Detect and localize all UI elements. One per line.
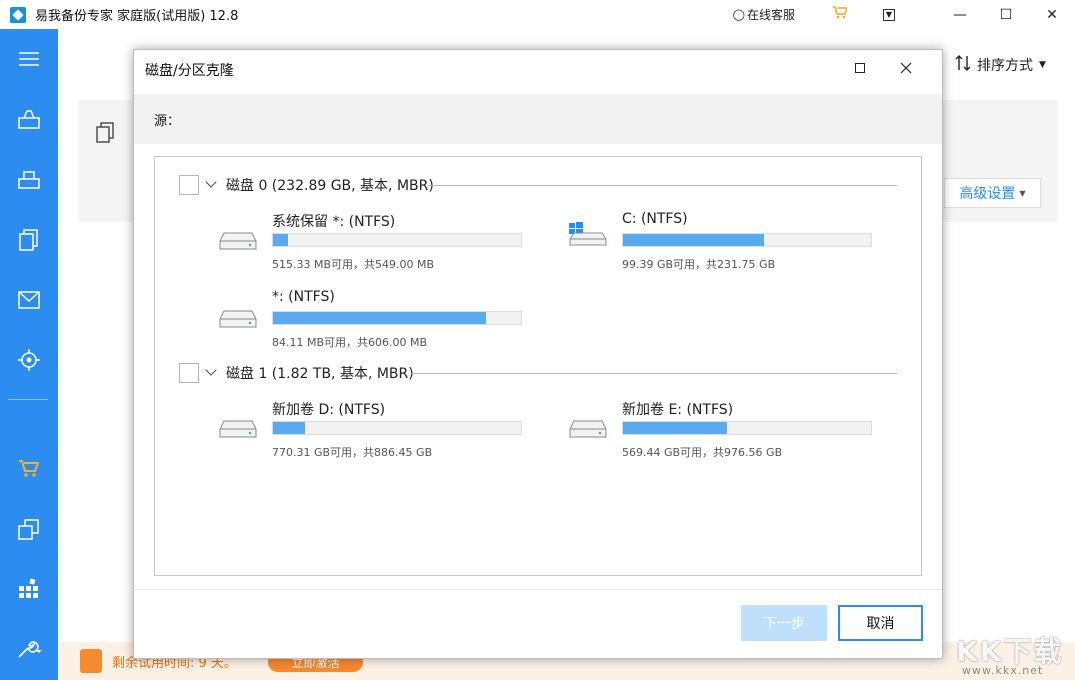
partition-capacity: 569.44 GB可用，共976.56 GB <box>622 444 782 460</box>
drive-icon <box>219 417 257 439</box>
chevron-down-icon[interactable] <box>205 364 216 375</box>
sidebar-divider <box>8 399 48 400</box>
disk-0-label: 磁盘 0 (232.89 GB, 基本, MBR) <box>226 175 434 195</box>
mail-backup-icon[interactable] <box>0 280 58 320</box>
clone-dialog: 磁盘/分区克隆 源： 磁盘 0 (232.89 GB, 基本, MBR) 系统保… <box>133 49 943 659</box>
chevron-down-icon[interactable] <box>205 176 216 187</box>
system-backup-icon[interactable] <box>0 160 58 200</box>
document-icon <box>96 122 116 148</box>
online-support-label: 在线客服 <box>747 6 795 23</box>
sort-icon <box>955 54 971 76</box>
usage-bar <box>622 421 872 435</box>
file-backup-icon[interactable] <box>0 220 58 260</box>
smart-backup-icon[interactable] <box>0 340 58 380</box>
partition-name: 新加卷 D: (NTFS) <box>272 399 385 419</box>
partition-capacity: 84.11 MB可用，共606.00 MB <box>272 334 427 350</box>
window-title: 易我备份专家 家庭版(试用版) 12.8 <box>35 5 238 24</box>
drive-icon <box>219 229 257 251</box>
sidebar <box>0 29 58 680</box>
sort-label: 排序方式 <box>977 55 1033 75</box>
usage-fill <box>273 234 288 246</box>
partition-capacity: 770.31 GB可用，共886.45 GB <box>272 444 432 460</box>
online-support-button[interactable]: ◯ 在线客服 <box>733 6 795 23</box>
partition-c[interactable]: C: (NTFS) 99.39 GB可用，共231.75 GB <box>569 211 869 271</box>
usage-fill <box>273 422 305 434</box>
disk-0-header: 磁盘 0 (232.89 GB, 基本, MBR) <box>179 174 434 196</box>
minimize-button[interactable]: — <box>937 0 983 29</box>
next-button[interactable]: 下一步 <box>741 605 827 641</box>
disk-backup-icon[interactable] <box>0 100 58 140</box>
advanced-settings-label: 高级设置 <box>959 183 1015 203</box>
disk-1-divider <box>411 373 897 374</box>
usage-bar <box>272 421 522 435</box>
caret-down-icon: ▼ <box>1039 60 1046 70</box>
advanced-settings-button[interactable]: 高级设置 ▼ <box>944 178 1041 208</box>
close-button[interactable]: ✕ <box>1029 0 1075 29</box>
disk-list-panel: 磁盘 0 (232.89 GB, 基本, MBR) 系统保留 *: (NTFS)… <box>154 156 922 576</box>
partition-d[interactable]: 新加卷 D: (NTFS) 770.31 GB可用，共886.45 GB <box>219 399 519 459</box>
drive-icon <box>219 307 257 329</box>
disk-1-label: 磁盘 1 (1.82 TB, 基本, MBR) <box>226 363 414 383</box>
dialog-title-bar: 磁盘/分区克隆 <box>134 50 942 86</box>
partition-capacity: 99.39 GB可用，共231.75 GB <box>622 256 775 272</box>
watermark-url: www.kkx.net <box>962 664 1043 677</box>
cart-icon[interactable] <box>833 6 847 23</box>
cancel-button[interactable]: 取消 <box>838 605 923 641</box>
source-label: 源： <box>154 110 180 129</box>
usage-bar <box>272 311 522 325</box>
partition-capacity: 515.33 MB可用，共549.00 MB <box>272 256 434 272</box>
dialog-maximize-button[interactable] <box>850 58 870 78</box>
drive-icon <box>569 417 607 439</box>
tools-icon[interactable] <box>0 629 58 669</box>
maximize-button[interactable]: ☐ <box>983 0 1029 29</box>
partition-name: 系统保留 *: (NTFS) <box>272 211 395 231</box>
partition-name: 新加卷 E: (NTFS) <box>622 399 733 419</box>
dialog-close-button[interactable] <box>896 58 916 78</box>
menu-icon[interactable] <box>0 39 58 79</box>
usage-bar <box>622 233 872 247</box>
partition-unnamed[interactable]: *: (NTFS) 84.11 MB可用，共606.00 MB <box>219 289 519 349</box>
caret-down-icon: ▼ <box>1019 189 1025 198</box>
dropdown-menu-icon[interactable]: ▼ <box>883 9 895 21</box>
source-bar: 源： <box>134 94 942 144</box>
disk-0-checkbox[interactable] <box>179 175 199 195</box>
usage-bar <box>272 233 522 247</box>
disk-0-divider <box>429 185 897 186</box>
disk-1-header: 磁盘 1 (1.82 TB, 基本, MBR) <box>179 362 414 384</box>
dialog-title: 磁盘/分区克隆 <box>145 60 234 80</box>
windows-drive-icon <box>569 229 607 251</box>
clone-icon[interactable] <box>0 510 58 550</box>
cart-icon[interactable] <box>0 449 58 489</box>
app-logo-icon <box>10 7 26 23</box>
partition-name: *: (NTFS) <box>272 289 335 305</box>
partition-e[interactable]: 新加卷 E: (NTFS) 569.44 GB可用，共976.56 GB <box>569 399 869 459</box>
apps-icon[interactable] <box>0 569 58 609</box>
usage-fill <box>623 234 764 246</box>
usage-fill <box>273 312 486 324</box>
headset-icon: ◯ <box>733 8 745 21</box>
partition-name: C: (NTFS) <box>622 211 688 227</box>
dialog-footer-divider <box>134 589 942 590</box>
usage-fill <box>623 422 727 434</box>
partition-system-reserved[interactable]: 系统保留 *: (NTFS) 515.33 MB可用，共549.00 MB <box>219 211 519 271</box>
disk-1-checkbox[interactable] <box>179 363 199 383</box>
sort-button[interactable]: 排序方式 ▼ <box>955 54 1046 76</box>
shopping-bag-icon <box>80 649 102 673</box>
title-bar: 易我备份专家 家庭版(试用版) 12.8 ◯ 在线客服 ▼ — ☐ ✕ <box>0 0 1075 29</box>
